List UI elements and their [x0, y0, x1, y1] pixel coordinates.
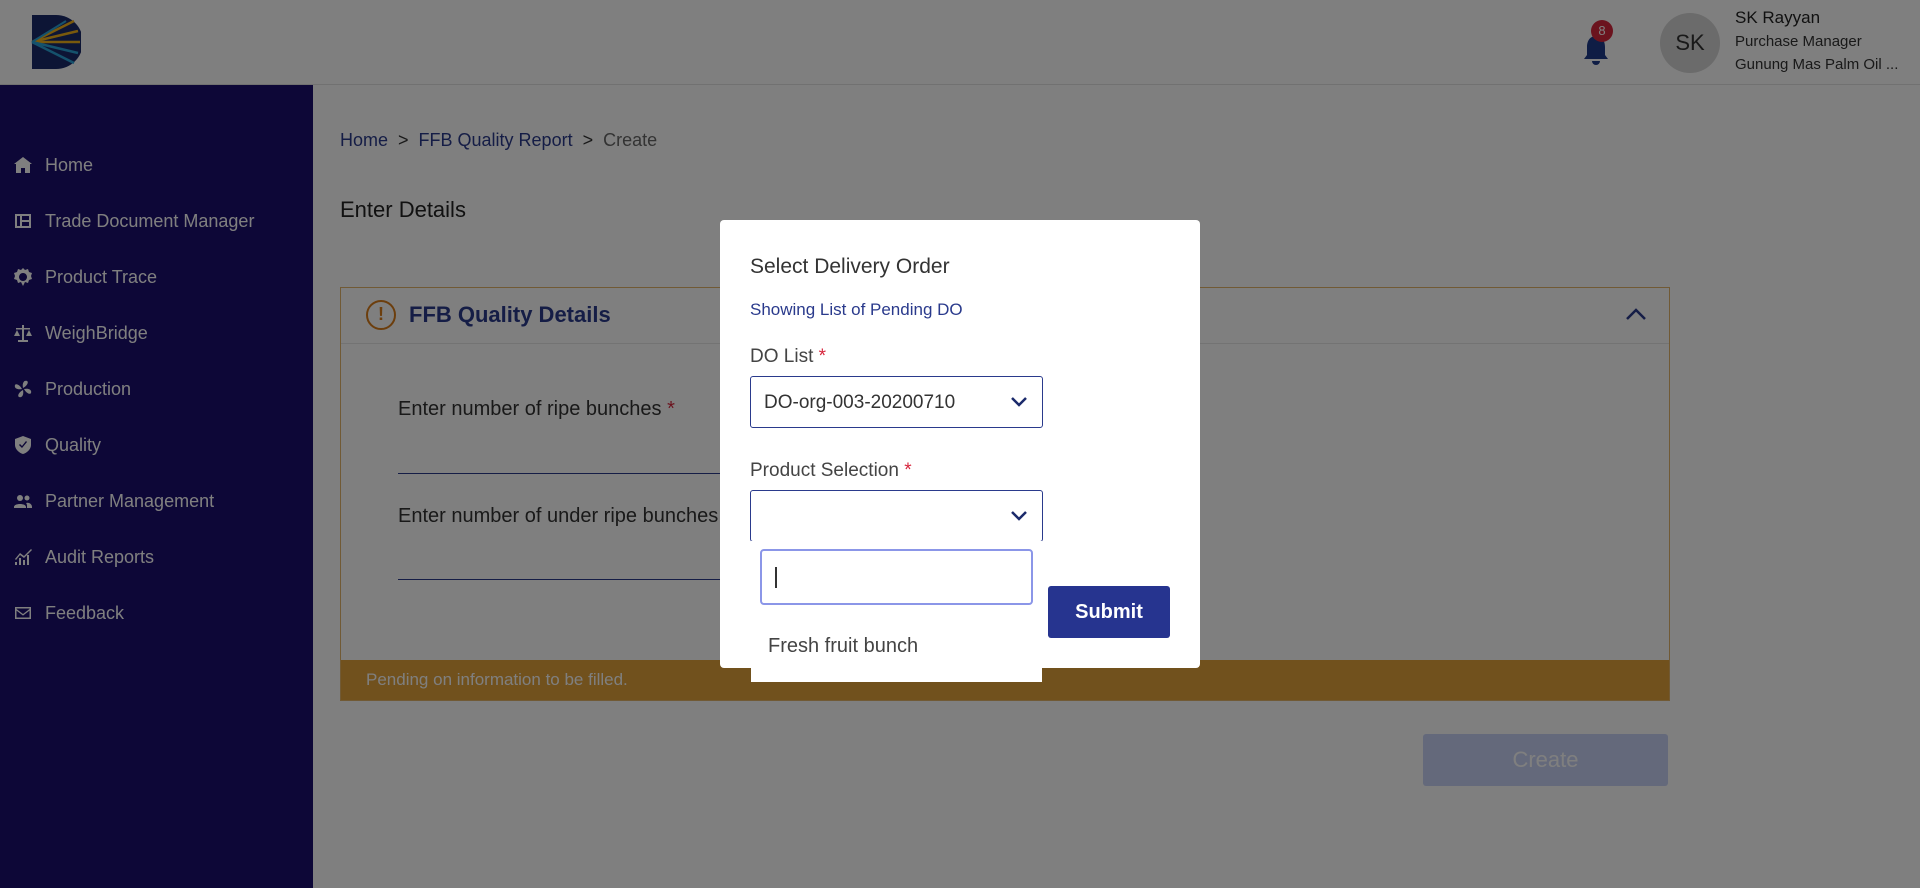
product-dropdown-panel: Fresh fruit bunch	[751, 541, 1042, 682]
chevron-down-icon	[1011, 511, 1027, 521]
do-list-label: DO List *	[750, 346, 827, 367]
modal-title: Select Delivery Order	[750, 255, 950, 278]
modal-subtitle: Showing List of Pending DO	[750, 300, 963, 319]
dropdown-option-fresh-fruit-bunch[interactable]: Fresh fruit bunch	[768, 635, 918, 658]
product-selection-select[interactable]	[750, 490, 1043, 542]
text-cursor	[775, 567, 777, 588]
do-list-select[interactable]: DO-org-003-20200710	[750, 376, 1043, 428]
dropdown-search-input[interactable]	[760, 549, 1033, 605]
chevron-down-icon	[1011, 397, 1027, 407]
product-selection-label: Product Selection *	[750, 460, 912, 481]
submit-button[interactable]: Submit	[1048, 586, 1170, 638]
do-list-value: DO-org-003-20200710	[764, 392, 956, 413]
